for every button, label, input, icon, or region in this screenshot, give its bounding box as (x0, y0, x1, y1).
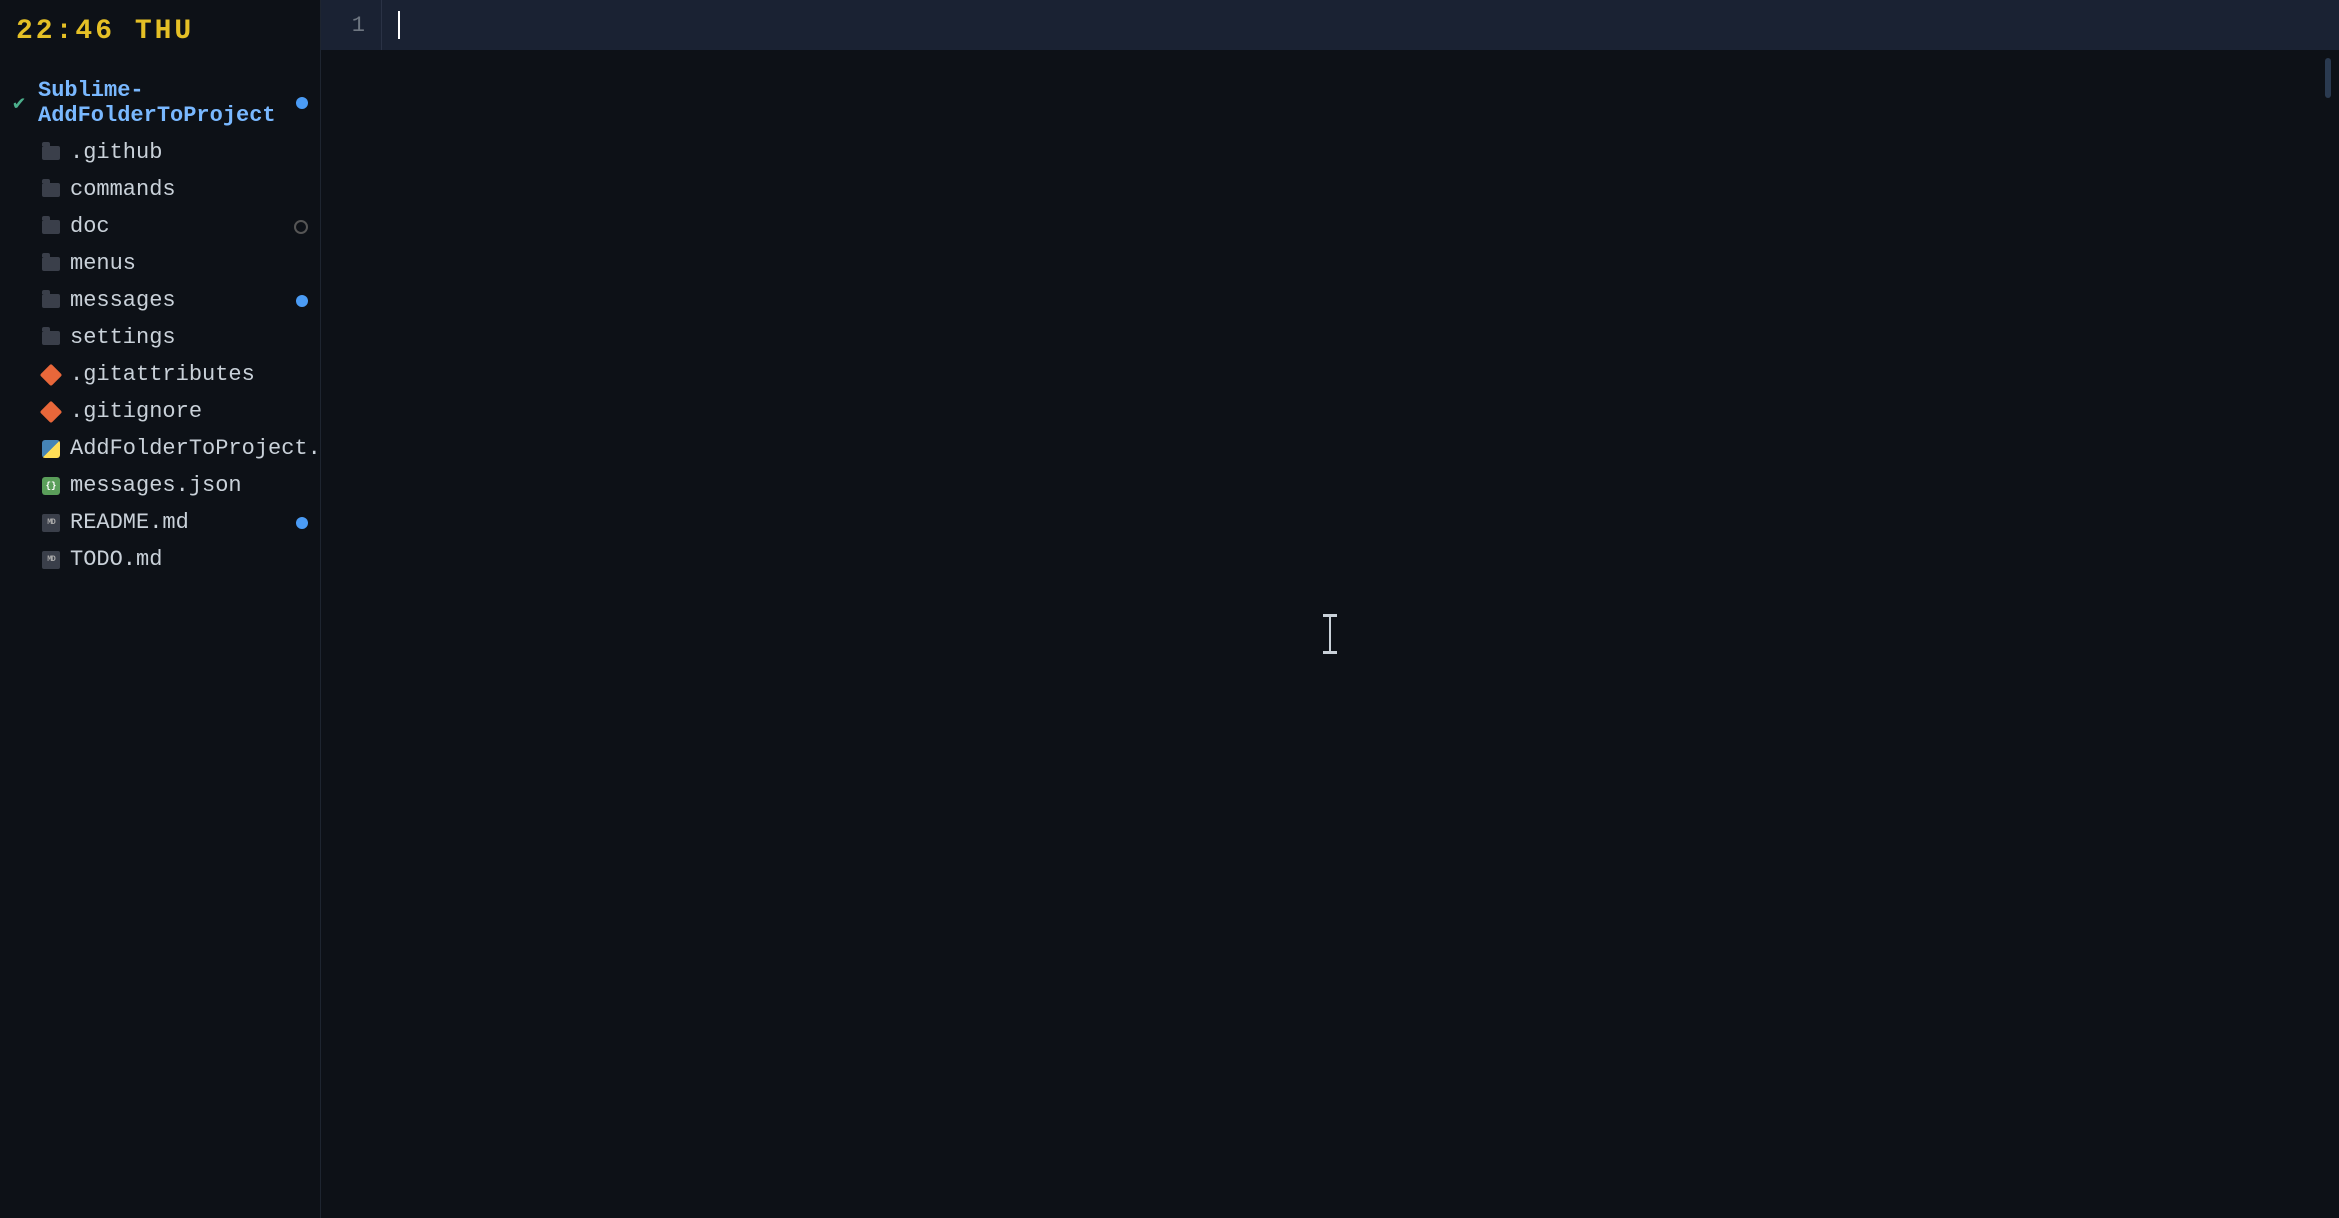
sidebar-item-github[interactable]: .github (0, 134, 320, 171)
item-label-messages: messages (70, 288, 288, 313)
item-label-gitattributes: .gitattributes (70, 362, 308, 387)
item-label-github: .github (70, 140, 308, 165)
clock-area: 22:46 THU (0, 0, 320, 68)
clock-display: 22:46 THU (16, 16, 194, 47)
line-number-1: 1 (321, 13, 381, 38)
scrollbar-indicator[interactable] (2325, 58, 2331, 98)
folder-icon (40, 327, 62, 349)
item-label-menus: menus (70, 251, 308, 276)
item-label-settings: settings (70, 325, 308, 350)
sidebar-item-gitignore[interactable]: .gitignore (0, 393, 320, 430)
readmemd-badge-dot (296, 517, 308, 529)
sidebar-item-menus[interactable]: menus (0, 245, 320, 282)
doc-badge-empty (294, 220, 308, 234)
messages-badge-dot (296, 295, 308, 307)
folder-icon (40, 179, 62, 201)
editor-body[interactable] (321, 50, 2339, 1218)
item-label-messagesjson: messages.json (70, 473, 308, 498)
i-beam-mid (1329, 617, 1331, 651)
sidebar: 22:46 THU ✔ Sublime-AddFolderToProject .… (0, 0, 320, 1218)
item-label-todomd: TODO.md (70, 547, 308, 572)
sidebar-item-readmemd[interactable]: MD README.md (0, 504, 320, 541)
item-label-gitignore: .gitignore (70, 399, 308, 424)
json-icon: {} (40, 475, 62, 497)
python-icon (40, 438, 62, 460)
checkmark-icon: ✔ (8, 92, 30, 114)
sidebar-item-todomd[interactable]: MD TODO.md (0, 541, 320, 578)
line-content-1[interactable] (382, 11, 2339, 39)
file-tree: ✔ Sublime-AddFolderToProject .github com… (0, 68, 320, 1218)
item-label-addfolderpy: AddFolderToProject.py (70, 436, 320, 461)
folder-icon (40, 253, 62, 275)
sidebar-item-doc[interactable]: doc (0, 208, 320, 245)
sidebar-item-messages[interactable]: messages (0, 282, 320, 319)
sidebar-item-messagesjson[interactable]: {} messages.json (0, 467, 320, 504)
md-icon: MD (40, 512, 62, 534)
editor[interactable]: 1 (321, 0, 2339, 1218)
i-beam-bottom (1323, 651, 1337, 654)
root-badge-dot (296, 97, 308, 109)
git-icon (40, 401, 62, 423)
item-label-readmemd: README.md (70, 510, 288, 535)
md-icon: MD (40, 549, 62, 571)
root-label: Sublime-AddFolderToProject (38, 78, 288, 128)
i-beam-cursor (1320, 614, 1340, 654)
item-label-commands: commands (70, 177, 308, 202)
text-cursor (398, 11, 400, 39)
sidebar-item-root[interactable]: ✔ Sublime-AddFolderToProject (0, 72, 320, 134)
sidebar-item-gitattributes[interactable]: .gitattributes (0, 356, 320, 393)
sidebar-item-commands[interactable]: commands (0, 171, 320, 208)
sidebar-item-addfolderpy[interactable]: AddFolderToProject.py (0, 430, 320, 467)
sidebar-item-settings[interactable]: settings (0, 319, 320, 356)
folder-icon (40, 216, 62, 238)
folder-icon (40, 142, 62, 164)
editor-line-1[interactable]: 1 (321, 0, 2339, 50)
folder-icon (40, 290, 62, 312)
git-icon (40, 364, 62, 386)
item-label-doc: doc (70, 214, 286, 239)
